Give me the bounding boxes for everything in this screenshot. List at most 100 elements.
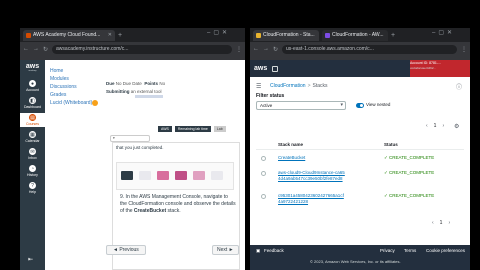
col-status[interactable]: Status [384,142,398,147]
grades-badge [92,100,98,106]
status-badge: ✓ CREATE_COMPLETE [384,155,435,160]
next-page-icon[interactable]: › [442,123,444,129]
view-nested-toggle[interactable] [356,103,364,108]
forward-icon[interactable]: → [33,46,39,52]
dashboard-icon: ◧ [29,97,36,104]
nav-help[interactable]: ? Help [20,181,45,195]
step-suffix: stack. [166,208,181,214]
new-tab-icon[interactable]: + [391,32,395,39]
row-radio[interactable] [261,194,266,199]
nav-courses[interactable]: ▤ Courses [20,113,45,127]
reload-icon[interactable]: ↻ [273,46,278,53]
inbox-icon: ✉ [29,148,36,155]
right-tab-title-1: CloudFormation - Sta... [263,32,315,38]
figure-cell [121,171,133,180]
row-radio[interactable] [261,171,266,176]
back-icon[interactable]: ← [23,46,29,52]
hamburger-menu-icon[interactable]: ☰ [256,83,261,90]
prev-page-icon[interactable]: ‹ [426,123,428,129]
left-window-controls[interactable]: –▢✕ [207,29,230,36]
help-icon: ? [29,182,36,189]
nav-account[interactable]: ● Account [20,79,45,93]
aws-button[interactable]: AWS [158,126,172,132]
stack-name-link[interactable]: aws-cloud9-Cloud9Instance-ca654d4a9ab547… [278,170,346,182]
account-menu[interactable]: Account ID: 8781-... voclabs/user4462... [410,60,470,77]
filter-status-select[interactable]: Active ▾ [256,101,346,110]
back-icon[interactable]: ← [253,46,259,52]
next-button[interactable]: Next ► [212,245,239,255]
close-tab-icon[interactable]: ✕ [386,32,389,38]
table-row[interactable]: CreateBucket ✓ CREATE_COMPLETE [256,155,464,167]
breadcrumb-cloudformation[interactable]: CloudFormation [270,83,306,89]
nav-dashboard[interactable]: ◧ Dashboard [20,96,45,110]
next-page-icon[interactable]: › [448,220,450,226]
instruction-text: that you just completed. [116,145,164,150]
close-tab-icon[interactable]: ✕ [317,32,320,38]
remaining-time-button[interactable]: Remaining lab time [174,126,211,132]
feedback-link[interactable]: Feedback [264,248,284,253]
lab-dropdown[interactable]: ▾ [110,135,150,142]
menu-icon[interactable]: ⋮ [461,46,467,53]
status-badge: ✓ CREATE_COMPLETE [384,170,435,175]
row-radio[interactable] [261,156,266,161]
pagination-bottom: ‹ 1 › [432,220,450,226]
reload-icon[interactable]: ↻ [43,46,48,53]
info-icon[interactable]: ⓘ [456,82,462,91]
right-tab-aws[interactable]: CloudFormation - AW... ✕ [322,29,389,41]
stack-name-link[interactable]: c95301a4580423602427665a1cf4a9722421228 [278,193,346,205]
account-user: voclabs/user4462... [410,66,437,70]
left-tab-title: AWS Academy Cloud Found... [33,32,101,38]
aws-console-logo[interactable]: aws [254,65,267,72]
services-grid-icon[interactable] [272,65,279,72]
nav-label: Courses [25,122,40,126]
assignment-meta: Due No Due Date Points No Submitting an … [106,80,165,96]
aws-logo[interactable]: aws [26,63,39,70]
chevron-down-icon: ▾ [340,102,343,108]
aws-footer: ▣ Feedback Privacy Terms Cookie preferen… [250,245,470,270]
new-tab-icon[interactable]: + [118,32,122,39]
nav-inbox[interactable]: ✉ Inbox [20,147,45,161]
aws-logo-sub: academy [28,70,37,72]
terms-link[interactable]: Terms [404,248,416,253]
page-number[interactable]: 1 [440,220,443,226]
forward-icon[interactable]: → [263,46,269,52]
cloudformation-favicon-icon [325,32,330,38]
prev-page-icon[interactable]: ‹ [432,220,434,226]
cloudshell-footer-icon[interactable]: ▣ [256,248,260,254]
course-nav-home[interactable]: Home [50,68,92,75]
close-tab-icon[interactable]: ✕ [106,32,112,38]
course-nav-grades[interactable]: Grades [50,92,92,99]
left-tab-academy[interactable]: AWS Academy Cloud Found... ✕ [23,29,115,41]
course-nav-discussions[interactable]: Discussions [50,84,92,91]
right-window-controls[interactable]: –▢✕ [432,29,455,36]
privacy-link[interactable]: Privacy [380,248,395,253]
stack-name-link[interactable]: CreateBucket [278,155,346,161]
menu-icon[interactable]: ⋮ [236,46,242,53]
previous-button[interactable]: ◄ Previous [106,245,146,255]
nav-label: Help [28,190,37,194]
courses-icon: ▤ [29,114,36,121]
col-stack-name[interactable]: Stack name [278,142,303,147]
breadcrumb-stacks: Stacks [312,83,328,89]
table-settings-icon[interactable]: ⚙ [454,123,459,130]
lab-button[interactable]: Lab [213,126,226,132]
course-nav-modules[interactable]: Modules [50,76,92,83]
nav-label: Dashboard [23,105,42,109]
table-row[interactable]: aws-cloud9-Cloud9Instance-ca654d4a9ab547… [256,170,464,190]
collapse-nav-icon[interactable]: ⇤ [28,256,33,263]
due-label: Due [106,81,115,86]
copyright-text: © 2023, Amazon Web Services, Inc. or its… [310,259,401,264]
page-number[interactable]: 1 [434,123,437,129]
right-url-field[interactable]: us-east-1.console.aws.amazon.com/c... [282,44,457,54]
nav-history[interactable]: ◔ History [20,164,45,178]
table-row[interactable]: c95301a4580423602427665a1cf4a9722421228 … [256,193,464,213]
points-label: Points [144,81,159,86]
nav-label: Inbox [28,156,37,160]
cookie-preferences-link[interactable]: Cookie preferences [426,248,465,253]
right-tab-stacks[interactable]: CloudFormation - Sta... ✕ [253,29,320,41]
left-url-field[interactable]: awsacademy.instructure.com/c... [52,44,232,54]
view-nested-label: View nested [366,102,391,107]
nav-calendar[interactable]: ▦ Calendar [20,130,45,144]
course-nav-lucid[interactable]: Lucid (Whiteboard) [50,100,92,107]
account-icon: ● [29,80,36,87]
